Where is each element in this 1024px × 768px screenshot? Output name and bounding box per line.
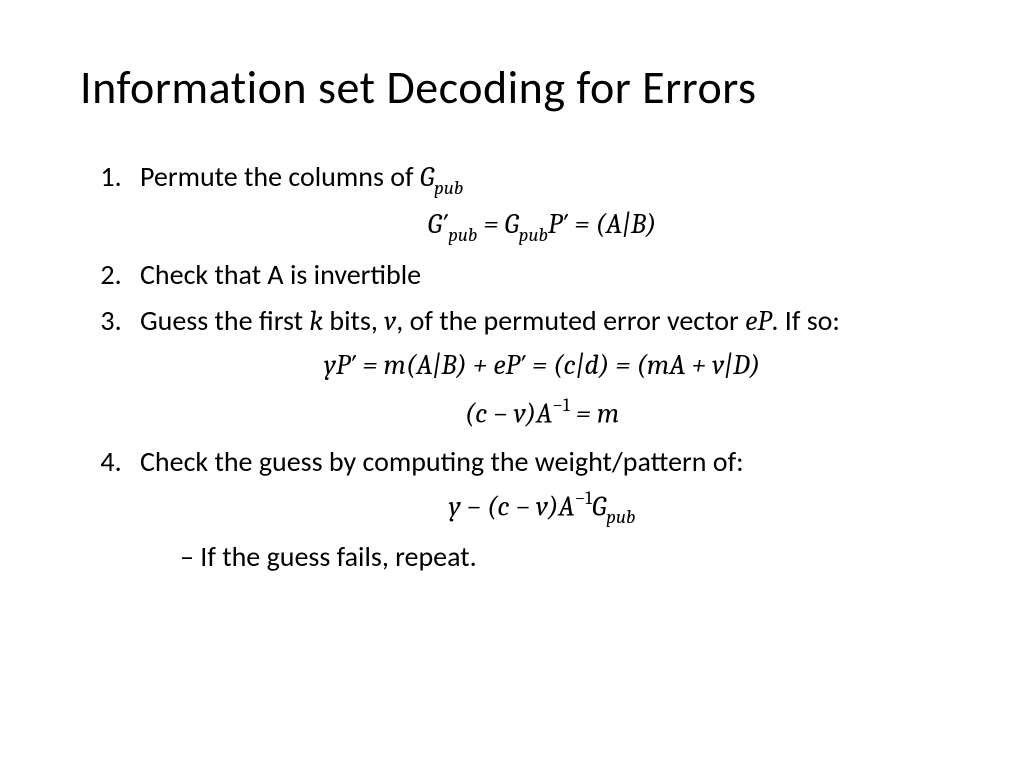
eq1-lhs: G′: [428, 208, 449, 240]
step-4-dash-text: If the guess fails, repeat.: [200, 539, 476, 574]
eq3b-b: = m: [570, 398, 620, 430]
algorithm-list: Permute the columns of Gpub G′pub = Gpub…: [80, 156, 944, 578]
var-eP: eP: [745, 305, 771, 337]
step-3-text-c: , of the permuted error vector: [396, 303, 745, 338]
step-1-equation: G′pub = GpubP′ = (A|B): [140, 203, 944, 248]
step-3-text-b: bits,: [323, 303, 384, 338]
step-3: Guess the first k bits, v, of the permut…: [128, 300, 944, 434]
slide-body: Permute the columns of Gpub G′pub = Gpub…: [80, 156, 944, 578]
step-2: Check that A is invertible: [128, 254, 944, 296]
eq4-G: G: [592, 490, 606, 522]
step-1: Permute the columns of Gpub G′pub = Gpub…: [128, 156, 944, 248]
step-1-text: Permute the columns of: [140, 159, 420, 194]
step-4-text: Check the guess by computing the weight/…: [140, 444, 744, 479]
eq4-sub: pub: [606, 506, 635, 528]
var-G: G: [420, 161, 434, 193]
eq3b-sup: −1: [552, 394, 569, 416]
step-4: Check the guess by computing the weight/…: [128, 441, 944, 578]
step-2-text: Check that A is invertible: [140, 257, 421, 292]
eq3b-a: (c − v)A: [465, 398, 553, 430]
eq1-sub2: pub: [519, 224, 548, 246]
step-3-text-a: Guess the first: [140, 303, 309, 338]
eq1-mid: = G: [477, 208, 518, 240]
var-v: v: [384, 305, 396, 337]
step-3-text-d: . If so:: [771, 303, 840, 338]
eq4-sup: −1: [575, 487, 592, 509]
step-3-equation-1: yP′ = m(A|B) + eP′ = (c|d) = (mA + v|D): [140, 344, 944, 386]
slide-title: Information set Decoding for Errors: [80, 60, 944, 116]
eq1-sub1: pub: [448, 224, 477, 246]
step-4-equation: y − (c − v)A−1Gpub: [140, 485, 944, 530]
step-4-substep: If the guess fails, repeat.: [140, 536, 944, 578]
step-1-math-G: Gpub: [420, 161, 463, 193]
var-k: k: [309, 305, 323, 337]
step-3-equation-2: (c − v)A−1 = m: [140, 392, 944, 434]
sub-pub-1: pub: [434, 177, 463, 199]
eq1-rhs: P′ = (A|B): [548, 208, 656, 240]
eq4-a: y − (c − v)A: [449, 490, 575, 522]
